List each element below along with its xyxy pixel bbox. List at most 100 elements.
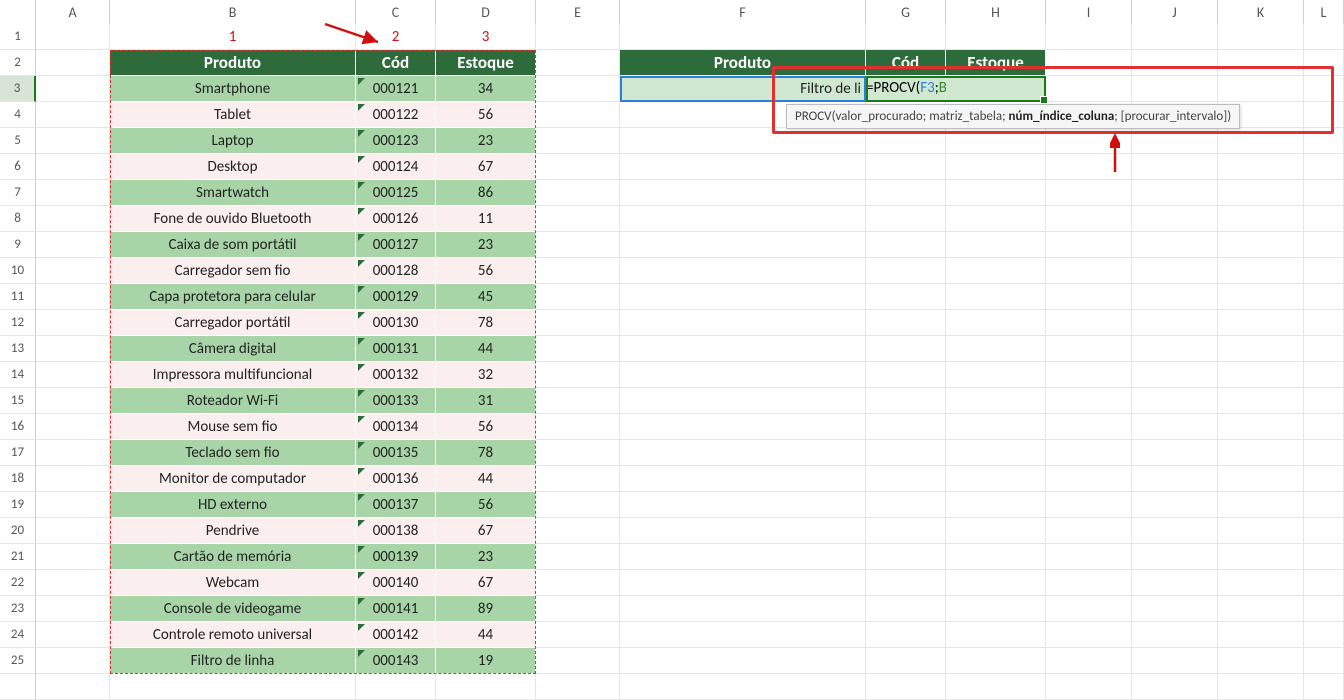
cell[interactable] [620, 154, 866, 180]
cell[interactable] [946, 154, 1046, 180]
cell[interactable] [36, 258, 110, 284]
cell[interactable] [946, 414, 1046, 440]
cell[interactable] [536, 102, 620, 128]
cell[interactable] [536, 362, 620, 388]
table-row-cod[interactable]: 000136 [356, 466, 436, 492]
cell[interactable] [1304, 310, 1344, 336]
cell[interactable] [946, 648, 1046, 674]
row-header-15[interactable]: 15 [0, 388, 36, 414]
cell[interactable] [1132, 76, 1218, 102]
cell[interactable] [1046, 180, 1132, 206]
cell[interactable] [1132, 674, 1218, 700]
table-row-produto[interactable]: Pendrive [110, 518, 356, 544]
cell[interactable] [536, 180, 620, 206]
cell[interactable] [620, 206, 866, 232]
cell[interactable] [620, 648, 866, 674]
cell[interactable] [36, 544, 110, 570]
row-header-5[interactable]: 5 [0, 128, 36, 154]
cell[interactable] [436, 674, 536, 700]
table-row-produto[interactable]: Fone de ouvido Bluetooth [110, 206, 356, 232]
cell[interactable] [536, 544, 620, 570]
row-header-11[interactable]: 11 [0, 284, 36, 310]
cell[interactable] [620, 180, 866, 206]
row-header-24[interactable]: 24 [0, 622, 36, 648]
table-row-cod[interactable]: 000134 [356, 414, 436, 440]
cell[interactable] [1046, 648, 1132, 674]
table-row-estoque[interactable]: 31 [436, 388, 536, 414]
row-header-21[interactable]: 21 [0, 544, 36, 570]
cell[interactable] [536, 440, 620, 466]
cell[interactable] [536, 24, 620, 50]
cell[interactable] [620, 492, 866, 518]
row-header-19[interactable]: 19 [0, 492, 36, 518]
cell[interactable] [536, 492, 620, 518]
cell[interactable] [620, 258, 866, 284]
table-row-cod[interactable]: 000140 [356, 570, 436, 596]
table-row-produto[interactable]: Mouse sem fio [110, 414, 356, 440]
table-row-cod[interactable]: 000129 [356, 284, 436, 310]
row-header-12[interactable]: 12 [0, 310, 36, 336]
col-header-C[interactable]: C [356, 0, 436, 24]
cell[interactable] [536, 518, 620, 544]
cell[interactable] [866, 440, 946, 466]
table-row-estoque[interactable]: 34 [436, 76, 536, 102]
cell[interactable] [1304, 492, 1344, 518]
cell[interactable] [946, 128, 1046, 154]
cell[interactable] [620, 622, 866, 648]
cell[interactable] [1132, 50, 1218, 76]
cell[interactable] [1304, 518, 1344, 544]
cell[interactable] [36, 596, 110, 622]
cell[interactable] [1046, 258, 1132, 284]
row-header-18[interactable]: 18 [0, 466, 36, 492]
cell[interactable] [946, 310, 1046, 336]
cell[interactable] [1304, 440, 1344, 466]
table-row-estoque[interactable]: 67 [436, 570, 536, 596]
cell[interactable] [1132, 414, 1218, 440]
cell[interactable] [1132, 518, 1218, 544]
cell[interactable] [1218, 492, 1304, 518]
cell[interactable] [1046, 622, 1132, 648]
cell[interactable] [1218, 414, 1304, 440]
cell[interactable] [1304, 544, 1344, 570]
cell[interactable] [866, 622, 946, 648]
row-header-6[interactable]: 6 [0, 154, 36, 180]
col-header-E[interactable]: E [536, 0, 620, 24]
cell[interactable] [1132, 622, 1218, 648]
select-all-corner[interactable] [0, 0, 36, 24]
table-row-estoque[interactable]: 56 [436, 414, 536, 440]
cell[interactable] [36, 24, 110, 50]
col-header-A[interactable]: A [36, 0, 110, 24]
cell[interactable] [866, 544, 946, 570]
cell[interactable] [36, 50, 110, 76]
cell[interactable] [1132, 336, 1218, 362]
row-header-25[interactable]: 25 [0, 648, 36, 674]
cell[interactable] [1046, 24, 1132, 50]
cell[interactable]: 2 [356, 24, 436, 50]
cell[interactable] [866, 362, 946, 388]
table-row-cod[interactable]: 000130 [356, 310, 436, 336]
cell[interactable] [1304, 232, 1344, 258]
left-header-produto[interactable]: Produto [110, 50, 356, 76]
cell[interactable] [1132, 206, 1218, 232]
cell[interactable] [36, 440, 110, 466]
table-row-estoque[interactable]: 56 [436, 102, 536, 128]
col-header-K[interactable]: K [1218, 0, 1304, 24]
cell[interactable] [1046, 362, 1132, 388]
cell[interactable] [1218, 310, 1304, 336]
cell[interactable] [36, 648, 110, 674]
table-row-cod[interactable]: 000137 [356, 492, 436, 518]
cell[interactable] [536, 76, 620, 102]
cell[interactable] [620, 570, 866, 596]
cell[interactable] [1046, 336, 1132, 362]
lookup-value-cell[interactable]: Filtro de li [620, 76, 866, 102]
cell[interactable] [1304, 128, 1344, 154]
table-row-cod[interactable]: 000143 [356, 648, 436, 674]
cell[interactable] [620, 674, 866, 700]
cell[interactable] [1218, 206, 1304, 232]
cell[interactable] [1218, 50, 1304, 76]
cell[interactable] [36, 674, 110, 700]
cell[interactable] [1132, 648, 1218, 674]
cell[interactable] [620, 466, 866, 492]
row-header-14[interactable]: 14 [0, 362, 36, 388]
cell[interactable] [1132, 440, 1218, 466]
